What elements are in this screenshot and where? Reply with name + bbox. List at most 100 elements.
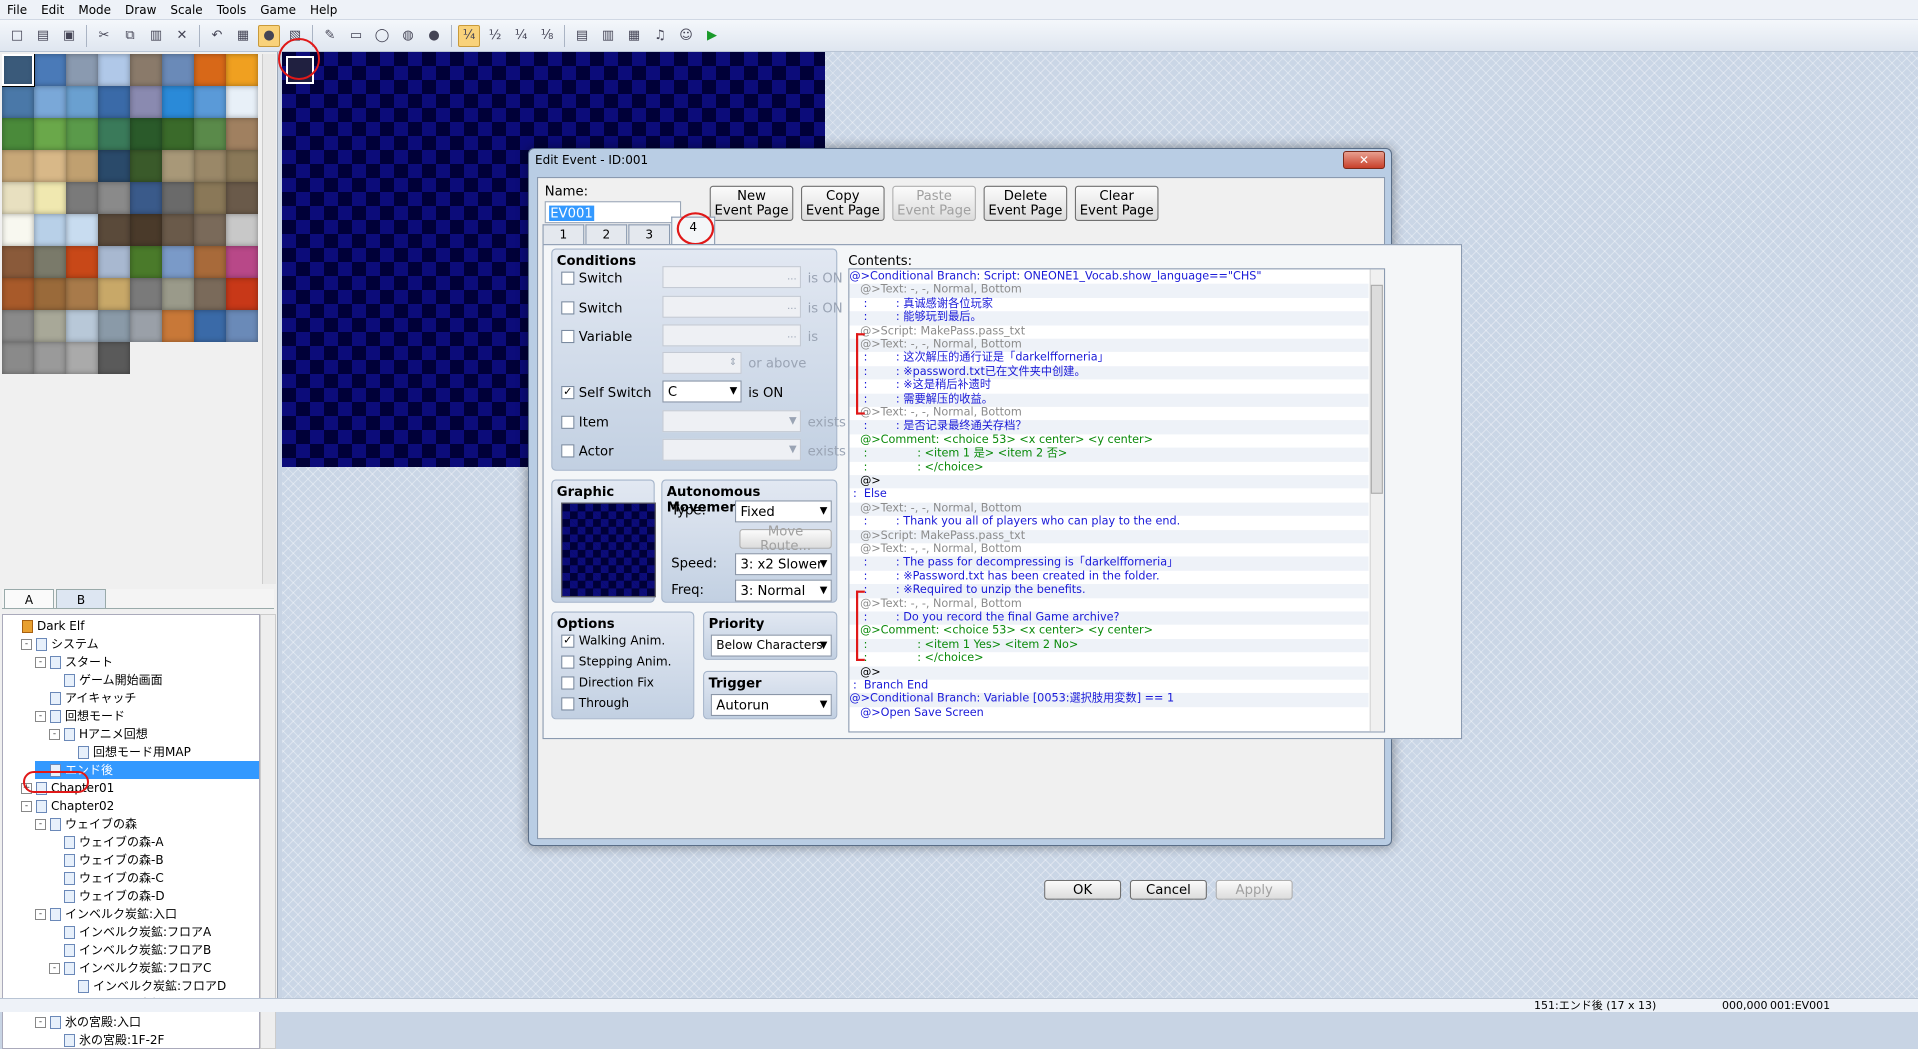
tile-swatch[interactable] <box>194 310 226 342</box>
cut-icon[interactable]: ✂ <box>93 25 115 47</box>
tile-swatch[interactable] <box>226 86 258 118</box>
tileset-tab-b[interactable]: B <box>56 589 106 608</box>
delete-icon[interactable]: ✕ <box>171 25 193 47</box>
event-command-line[interactable]: : : <item 1 是> <item 2 否> <box>849 447 1369 462</box>
tile-swatch[interactable] <box>98 310 130 342</box>
event-command-line[interactable]: : : Thank you all of players who can pla… <box>849 516 1368 530</box>
tile-swatch[interactable] <box>226 54 258 86</box>
layer-map-icon[interactable]: ▦ <box>232 25 254 47</box>
event-command-line[interactable]: : Else <box>849 489 1368 503</box>
event-command-line[interactable]: @>Text: -, -, Normal, Bottom <box>849 407 1368 421</box>
movement-freq-select[interactable]: 3: Normal ▼ <box>735 579 832 602</box>
palette-scrollbar[interactable] <box>262 54 276 584</box>
tileset-tab-a[interactable]: A <box>4 589 54 608</box>
tile-swatch[interactable] <box>34 342 66 374</box>
page-tab-1[interactable]: 1 <box>542 224 585 245</box>
tile-swatch[interactable] <box>162 214 194 246</box>
tile-swatch[interactable] <box>34 54 66 86</box>
tile-swatch[interactable] <box>2 310 34 342</box>
menu-mode[interactable]: Mode <box>71 0 118 20</box>
save-icon[interactable]: ▣ <box>58 25 80 47</box>
event-command-line[interactable]: : : </choice> <box>849 652 1368 666</box>
switch1-checkbox[interactable] <box>561 271 575 285</box>
page-tab-2[interactable]: 2 <box>585 224 628 245</box>
trigger-select[interactable]: Autorun ▼ <box>710 694 832 716</box>
paste-icon[interactable]: ▥ <box>145 25 167 47</box>
variable-checkbox[interactable] <box>561 329 575 344</box>
tile-swatch[interactable] <box>194 86 226 118</box>
expand-toggle-icon[interactable]: - <box>35 656 46 668</box>
menu-scale[interactable]: Scale <box>163 0 209 20</box>
map-tree-item[interactable]: Dark Elf <box>7 617 84 635</box>
tile-swatch[interactable] <box>98 54 130 86</box>
character-generator-icon[interactable]: ☺ <box>675 25 697 47</box>
shadow-pen-icon[interactable]: ● <box>423 25 445 47</box>
tile-swatch[interactable] <box>98 214 130 246</box>
tile-swatch[interactable] <box>162 54 194 86</box>
map-tree-item[interactable]: 回想モード用MAP <box>63 743 191 761</box>
event-command-line[interactable]: : : 这次解压的通行证是「darkelfforneria」 <box>849 352 1368 366</box>
map-tree-item[interactable]: アイキャッチ <box>35 689 136 707</box>
tile-swatch[interactable] <box>2 150 34 182</box>
map-tree-item[interactable]: - Hアニメ回想 <box>49 725 148 743</box>
tile-swatch[interactable] <box>66 54 98 86</box>
event-command-line[interactable]: : : Do you record the final Game archive… <box>849 611 1369 626</box>
option-walking-checkbox[interactable]: ✓ <box>561 634 575 648</box>
copy-event-page-button[interactable]: Copy Event Page <box>801 185 885 221</box>
tile-swatch[interactable] <box>162 246 194 278</box>
event-command-line[interactable]: : : 真诚感谢各位玩家 <box>849 298 1368 312</box>
map-tree-item[interactable]: ウェイブの森-A <box>49 833 164 851</box>
tile-swatch[interactable] <box>98 342 130 374</box>
map-tree-item[interactable]: - Chapter02 <box>21 797 114 815</box>
scale-1-8-icon[interactable]: ⅛ <box>536 25 558 47</box>
switch2-checkbox[interactable] <box>561 301 575 315</box>
tile-swatch[interactable] <box>226 278 258 310</box>
tile-swatch[interactable] <box>226 118 258 150</box>
map-tree-item[interactable]: - ウェイブの森 <box>35 815 137 833</box>
map-tree-item[interactable]: ウェイブの森-C <box>49 869 164 887</box>
expand-toggle-icon[interactable]: - <box>21 800 32 812</box>
tile-swatch[interactable] <box>98 278 130 310</box>
event-command-line[interactable]: : : The pass for decompressing is「darkel… <box>849 556 1369 571</box>
tile-swatch[interactable] <box>98 86 130 118</box>
tile-swatch[interactable] <box>130 54 162 86</box>
event-command-line[interactable]: @>Text: -, -, Normal, Bottom <box>849 502 1369 517</box>
tile-swatch[interactable] <box>66 342 98 374</box>
tile-swatch[interactable] <box>130 278 162 310</box>
self-switch-checkbox[interactable]: ✓ <box>561 386 575 400</box>
priority-select[interactable]: Below Characters ▼ <box>710 634 832 657</box>
tile-swatch[interactable] <box>162 182 194 214</box>
tile-swatch[interactable] <box>130 118 162 150</box>
event-command-line[interactable]: @>Text: -, -, Normal, Bottom <box>849 284 1369 298</box>
ok-button[interactable]: OK <box>1044 879 1122 900</box>
ellipse-icon[interactable]: ◯ <box>371 25 393 47</box>
database-icon[interactable]: ▤ <box>571 25 593 47</box>
event-command-line[interactable]: : : <item 1 Yes> <item 2 No> <box>849 638 1369 653</box>
option-direction_fix-checkbox[interactable] <box>561 676 575 690</box>
tile-swatch[interactable] <box>2 246 34 278</box>
tile-swatch[interactable] <box>66 310 98 342</box>
clear-event-page-button[interactable]: Clear Event Page <box>1074 185 1159 221</box>
undo-icon[interactable]: ↶ <box>206 25 228 47</box>
script-editor-icon[interactable]: ▦ <box>623 25 645 47</box>
event-command-line[interactable]: : : ※Required to unzip the benefits. <box>849 584 1369 598</box>
self-switch-select[interactable]: C ▼ <box>662 380 742 403</box>
map-tree-item[interactable]: - インベルク炭鉱:入口 <box>35 905 177 923</box>
scale-1-2-icon[interactable]: ½ <box>484 25 506 47</box>
event-command-line[interactable]: @>Open Save Screen <box>849 707 1368 721</box>
tile-swatch[interactable] <box>226 214 258 246</box>
map-tree-item[interactable]: - 回想モード <box>35 707 125 725</box>
tile-swatch[interactable] <box>98 246 130 278</box>
tile-swatch[interactable] <box>66 118 98 150</box>
movement-type-select[interactable]: Fixed ▼ <box>735 500 832 523</box>
tile-swatch[interactable] <box>2 86 34 118</box>
tile-swatch[interactable] <box>66 182 98 214</box>
tile-swatch[interactable] <box>34 246 66 278</box>
tile-swatch[interactable] <box>2 342 34 374</box>
map-tree-item[interactable]: ウェイブの森-D <box>49 887 165 905</box>
map-tree-item[interactable]: - システム <box>21 635 99 653</box>
event-command-line[interactable]: : : ※这是稍后补遗时 <box>849 380 1368 394</box>
tile-swatch[interactable] <box>226 150 258 182</box>
expand-toggle-icon[interactable]: - <box>35 1016 46 1028</box>
event-command-line[interactable]: @>Comment: <choice 53> <x center> <y cen… <box>849 434 1368 448</box>
